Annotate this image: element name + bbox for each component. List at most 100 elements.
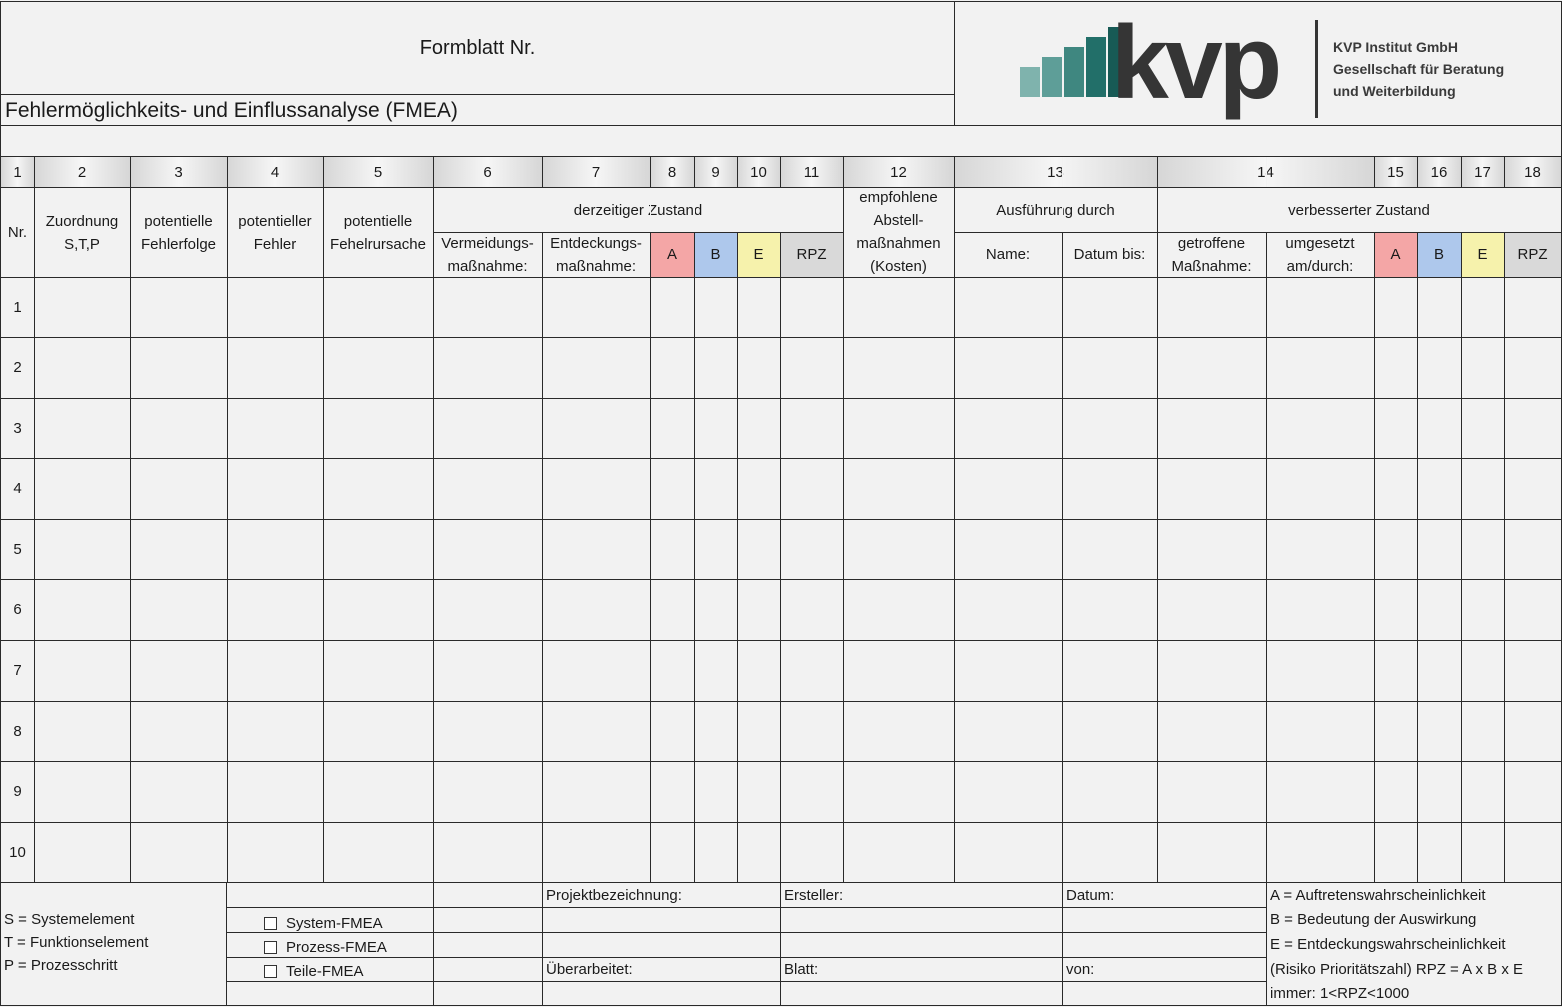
table-cell[interactable]: [954, 458, 1157, 519]
table-cell[interactable]: [843, 640, 954, 701]
table-cell[interactable]: [1461, 640, 1504, 701]
table-cell[interactable]: [780, 701, 843, 761]
table-cell[interactable]: [227, 761, 323, 822]
table-cell[interactable]: [1417, 761, 1461, 822]
table-cell[interactable]: [1417, 337, 1461, 398]
table-cell[interactable]: [1461, 458, 1504, 519]
table-cell[interactable]: [34, 277, 130, 337]
table-cell[interactable]: [227, 822, 323, 882]
table-cell[interactable]: [1461, 822, 1504, 882]
table-cell[interactable]: [323, 640, 433, 701]
table-cell[interactable]: [650, 761, 694, 822]
table-cell[interactable]: [737, 640, 780, 701]
table-cell[interactable]: [542, 640, 650, 701]
table-cell[interactable]: [1374, 822, 1417, 882]
table-cell[interactable]: [780, 822, 843, 882]
table-cell[interactable]: [130, 277, 227, 337]
table-cell[interactable]: [323, 701, 433, 761]
table-cell[interactable]: [1504, 822, 1561, 882]
table-cell[interactable]: [954, 701, 1157, 761]
table-cell[interactable]: [227, 337, 323, 398]
table-cell[interactable]: [1417, 822, 1461, 882]
table-cell[interactable]: [1504, 761, 1561, 822]
table-cell[interactable]: [1461, 761, 1504, 822]
table-cell[interactable]: [542, 701, 650, 761]
table-cell[interactable]: [34, 579, 130, 640]
table-cell[interactable]: [954, 822, 1157, 882]
table-cell[interactable]: [34, 398, 130, 458]
table-cell[interactable]: [737, 822, 780, 882]
table-cell[interactable]: [694, 761, 737, 822]
fmea-type-prozess[interactable]: Prozess-FMEA: [260, 935, 432, 959]
table-cell[interactable]: [1461, 519, 1504, 579]
table-cell[interactable]: [780, 458, 843, 519]
table-cell[interactable]: [843, 579, 954, 640]
table-cell[interactable]: [737, 519, 780, 579]
table-cell[interactable]: [737, 701, 780, 761]
table-cell[interactable]: [780, 640, 843, 701]
table-cell[interactable]: [843, 398, 954, 458]
table-cell[interactable]: [954, 337, 1157, 398]
table-cell[interactable]: [323, 822, 433, 882]
table-cell[interactable]: [694, 519, 737, 579]
table-cell[interactable]: [542, 761, 650, 822]
table-cell[interactable]: [954, 398, 1157, 458]
table-cell[interactable]: [954, 519, 1157, 579]
table-cell[interactable]: [433, 458, 542, 519]
table-cell[interactable]: [780, 519, 843, 579]
table-cell[interactable]: [323, 519, 433, 579]
table-cell[interactable]: [433, 579, 542, 640]
table-cell[interactable]: [1374, 701, 1417, 761]
table-cell[interactable]: [1417, 458, 1461, 519]
table-cell[interactable]: [433, 701, 542, 761]
table-cell[interactable]: [542, 277, 650, 337]
table-cell[interactable]: [1374, 398, 1417, 458]
table-cell[interactable]: [542, 337, 650, 398]
table-cell[interactable]: [34, 761, 130, 822]
table-cell[interactable]: [542, 398, 650, 458]
table-cell[interactable]: [1504, 640, 1561, 701]
table-cell[interactable]: [954, 579, 1157, 640]
table-cell[interactable]: [1461, 398, 1504, 458]
table-cell[interactable]: [1461, 277, 1504, 337]
table-cell[interactable]: [227, 640, 323, 701]
table-cell[interactable]: [1504, 519, 1561, 579]
table-cell[interactable]: [1417, 701, 1461, 761]
table-cell[interactable]: [1461, 579, 1504, 640]
table-cell[interactable]: [542, 579, 650, 640]
table-cell[interactable]: [843, 458, 954, 519]
table-cell[interactable]: [1374, 761, 1417, 822]
table-cell[interactable]: [323, 458, 433, 519]
table-cell[interactable]: [227, 519, 323, 579]
table-cell[interactable]: [1374, 458, 1417, 519]
table-cell[interactable]: [227, 398, 323, 458]
table-cell[interactable]: [650, 519, 694, 579]
table-cell[interactable]: [737, 277, 780, 337]
table-cell[interactable]: [843, 761, 954, 822]
table-cell[interactable]: [737, 761, 780, 822]
table-cell[interactable]: [1504, 277, 1561, 337]
table-cell[interactable]: [1417, 640, 1461, 701]
table-cell[interactable]: [843, 701, 954, 761]
table-cell[interactable]: [1374, 579, 1417, 640]
table-cell[interactable]: [1504, 701, 1561, 761]
fmea-type-teile[interactable]: Teile-FMEA: [260, 959, 432, 983]
table-cell[interactable]: [737, 579, 780, 640]
table-cell[interactable]: [1417, 579, 1461, 640]
table-cell[interactable]: [1374, 519, 1417, 579]
table-cell[interactable]: [780, 761, 843, 822]
table-cell[interactable]: [130, 458, 227, 519]
table-cell[interactable]: [433, 337, 542, 398]
table-cell[interactable]: [130, 822, 227, 882]
table-cell[interactable]: [843, 277, 954, 337]
table-cell[interactable]: [843, 519, 954, 579]
table-cell[interactable]: [34, 640, 130, 701]
table-cell[interactable]: [323, 337, 433, 398]
table-cell[interactable]: [542, 519, 650, 579]
table-cell[interactable]: [227, 458, 323, 519]
table-cell[interactable]: [650, 458, 694, 519]
table-cell[interactable]: [323, 579, 433, 640]
table-cell[interactable]: [433, 761, 542, 822]
table-cell[interactable]: [130, 640, 227, 701]
table-cell[interactable]: [650, 701, 694, 761]
